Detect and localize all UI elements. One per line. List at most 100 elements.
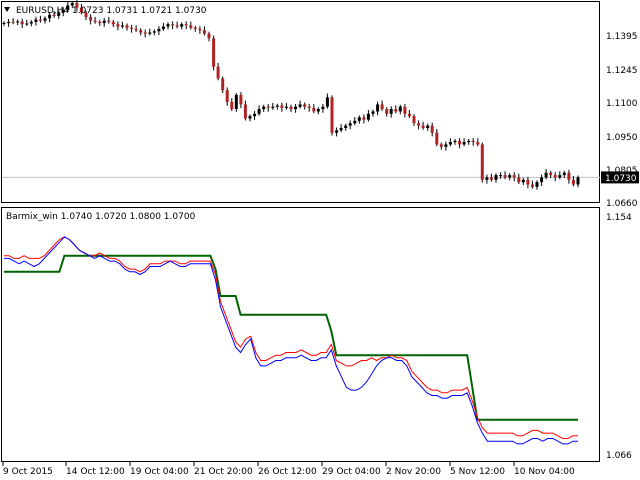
candle-body	[426, 125, 430, 128]
candle-body	[134, 28, 138, 31]
candle-body	[321, 106, 325, 110]
candle-body	[143, 32, 147, 34]
candle-body	[257, 109, 261, 114]
candle-body	[125, 25, 129, 28]
candle-body	[193, 27, 197, 29]
candle-body	[421, 125, 425, 128]
candle-body	[307, 106, 311, 108]
candle-body	[567, 172, 571, 180]
main-y-tick: 1.1100	[606, 99, 638, 109]
candle-body	[407, 113, 411, 117]
candle-body	[458, 140, 462, 145]
candle-body	[280, 105, 284, 108]
candle-body	[271, 106, 275, 108]
main-chart-title: EURUSD,H4 1.0723 1.0731 1.0721 1.0730	[16, 6, 207, 16]
x-tick-label: 21 Oct 20:00	[194, 467, 253, 477]
candle-body	[312, 107, 316, 112]
candle-body	[184, 24, 188, 26]
candle-body	[339, 127, 343, 131]
candle-body	[216, 66, 220, 79]
candle-body	[107, 20, 111, 22]
candle-body	[180, 24, 184, 27]
candle-body	[540, 177, 544, 183]
candle-body	[289, 106, 293, 110]
candle-body	[303, 104, 307, 107]
candle-body	[294, 106, 298, 110]
indicator-y-tick: 1.066	[606, 451, 632, 461]
candle-body	[430, 125, 434, 133]
candle-body	[503, 175, 507, 178]
candle-body	[517, 177, 521, 183]
chart-window: EURUSD,H4 1.0723 1.0731 1.0721 1.0730 Ba…	[0, 0, 640, 480]
x-tick-label: 29 Oct 04:00	[322, 467, 381, 477]
indicator-title: Barmix_win 1.0740 1.0720 1.0800 1.0700	[6, 212, 196, 222]
x-tick-label: 9 Oct 2015	[3, 467, 53, 477]
candle-body	[171, 24, 175, 26]
candle-body	[298, 104, 302, 107]
x-tick-label: 19 Oct 04:00	[130, 467, 189, 477]
x-tick-label: 10 Nov 04:00	[514, 467, 575, 477]
candle-body	[325, 97, 329, 107]
x-tick-label: 5 Nov 12:00	[450, 467, 505, 477]
candle-body	[239, 94, 243, 105]
candle-body	[198, 28, 202, 31]
candle-body	[207, 33, 211, 39]
candle-body	[521, 179, 525, 183]
candle-body	[266, 106, 270, 108]
candle-body	[544, 172, 548, 178]
candle-body	[34, 19, 38, 22]
candle-body	[412, 116, 416, 124]
candle-body	[403, 106, 407, 114]
candle-body	[248, 116, 252, 119]
candle-body	[262, 106, 266, 110]
candle-body	[549, 172, 553, 176]
candle-body	[553, 175, 557, 178]
main-y-tick: 1.0660	[606, 199, 638, 209]
candle-body	[417, 123, 421, 126]
candle-body	[225, 90, 229, 102]
candle-body	[284, 106, 288, 108]
candle-body	[230, 102, 234, 110]
triangle-down-icon[interactable]	[4, 7, 10, 12]
candle-body	[20, 21, 24, 25]
candle-body	[120, 25, 124, 27]
x-axis: 9 Oct 2015 14 Oct 12:00 19 Oct 04:00 21 …	[2, 462, 575, 477]
indicator-y-tick: 1.154	[606, 213, 632, 223]
candle-body	[316, 109, 320, 112]
candle-body	[508, 175, 512, 178]
current-price-label: 1.0730	[605, 174, 637, 184]
chart-canvas: EURUSD,H4 1.0723 1.0731 1.0721 1.0730 Ba…	[1, 0, 639, 477]
indicator-line-red	[4, 236, 578, 439]
candle-body	[435, 132, 439, 145]
candle-body	[398, 106, 402, 112]
candle-body	[175, 25, 179, 27]
candle-body	[576, 177, 580, 185]
candle-body	[243, 104, 247, 119]
candle-body	[385, 109, 389, 114]
candle-body	[344, 125, 348, 128]
candle-body	[335, 130, 339, 133]
candle-body	[439, 144, 443, 147]
x-tick-label: 2 Nov 20:00	[386, 467, 441, 477]
candle-body	[38, 19, 42, 21]
candle-body	[11, 21, 15, 23]
candle-body	[448, 142, 452, 145]
x-tick-label: 14 Oct 12:00	[66, 467, 125, 477]
candle-body	[93, 20, 97, 22]
candle-body	[130, 27, 134, 29]
candle-body	[25, 23, 29, 25]
candle-body	[29, 21, 33, 24]
candle-body	[353, 120, 357, 124]
candle-body	[535, 182, 539, 187]
candle-body	[348, 123, 352, 126]
candle-body	[558, 175, 562, 178]
candle-body	[467, 140, 471, 143]
candle-body	[111, 21, 115, 25]
candle-body	[380, 104, 384, 110]
indicator-line-green	[4, 254, 578, 421]
candle-body	[234, 94, 238, 109]
candle-body	[571, 179, 575, 185]
candle-body	[512, 175, 516, 178]
candle-body	[362, 117, 366, 120]
main-y-tick: 1.1395	[606, 32, 638, 42]
